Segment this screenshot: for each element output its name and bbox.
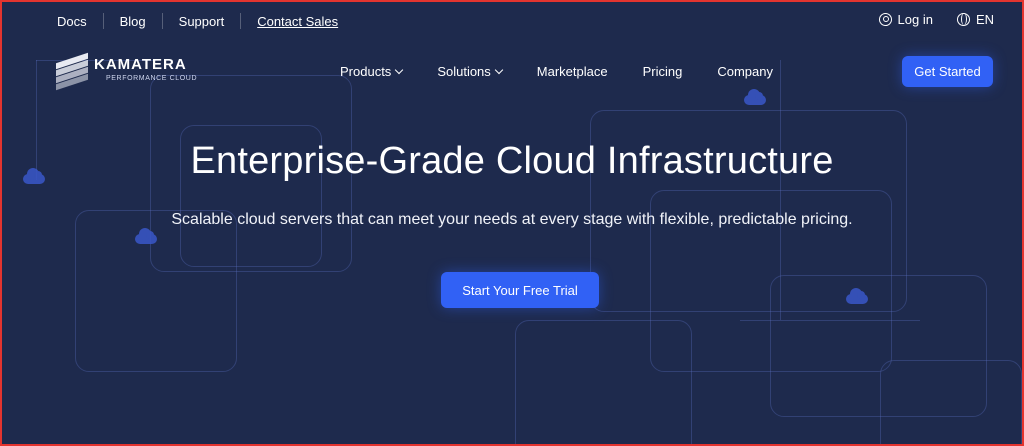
contact-sales-link[interactable]: Contact Sales — [241, 14, 354, 29]
get-started-button[interactable]: Get Started — [902, 56, 993, 87]
nav-item-solutions[interactable]: Solutions — [437, 64, 504, 79]
logo-mark-icon — [56, 52, 88, 91]
hero-section: Enterprise-Grade Cloud Infrastructure Sc… — [0, 140, 1024, 229]
nav-item-pricing[interactable]: Pricing — [643, 64, 683, 79]
nav-item-marketplace[interactable]: Marketplace — [537, 64, 608, 79]
chevron-down-icon — [395, 65, 404, 75]
utility-links: Docs Blog Support Contact Sales — [43, 13, 354, 29]
globe-icon — [956, 13, 970, 26]
docs-link[interactable]: Docs — [43, 14, 103, 29]
primary-nav: Products Solutions Marketplace Pricing C… — [340, 64, 808, 79]
top-utility-bar: Docs Blog Support Contact Sales Log in E… — [0, 0, 1024, 42]
nav-label: Solutions — [437, 64, 491, 79]
hero-title: Enterprise-Grade Cloud Infrastructure — [190, 140, 834, 182]
language-selector[interactable]: EN — [956, 12, 994, 27]
utility-actions: Log in EN — [878, 12, 994, 27]
nav-label: Marketplace — [536, 64, 608, 79]
nav-label: Products — [340, 64, 392, 79]
support-link[interactable]: Support — [163, 14, 241, 29]
main-navbar: KAMATERA PERFORMANCE CLOUD Products Solu… — [0, 48, 1024, 94]
kamatera-logo[interactable]: KAMATERA PERFORMANCE CLOUD — [56, 52, 198, 91]
logo-tagline: PERFORMANCE CLOUD — [106, 75, 198, 82]
login-link[interactable]: Log in — [878, 12, 933, 27]
chevron-down-icon — [494, 65, 504, 75]
login-label: Log in — [897, 12, 933, 27]
nav-item-products[interactable]: Products — [340, 64, 404, 79]
nav-item-company[interactable]: Company — [717, 64, 773, 79]
nav-label: Pricing — [642, 64, 683, 79]
blog-link[interactable]: Blog — [104, 14, 162, 29]
logo-name: KAMATERA — [94, 56, 187, 73]
hero-subtitle: Scalable cloud servers that can meet you… — [171, 211, 853, 228]
language-label: EN — [975, 12, 994, 27]
nav-label: Company — [717, 64, 773, 79]
start-free-trial-button[interactable]: Start Your Free Trial — [441, 272, 599, 308]
user-icon — [878, 13, 892, 26]
